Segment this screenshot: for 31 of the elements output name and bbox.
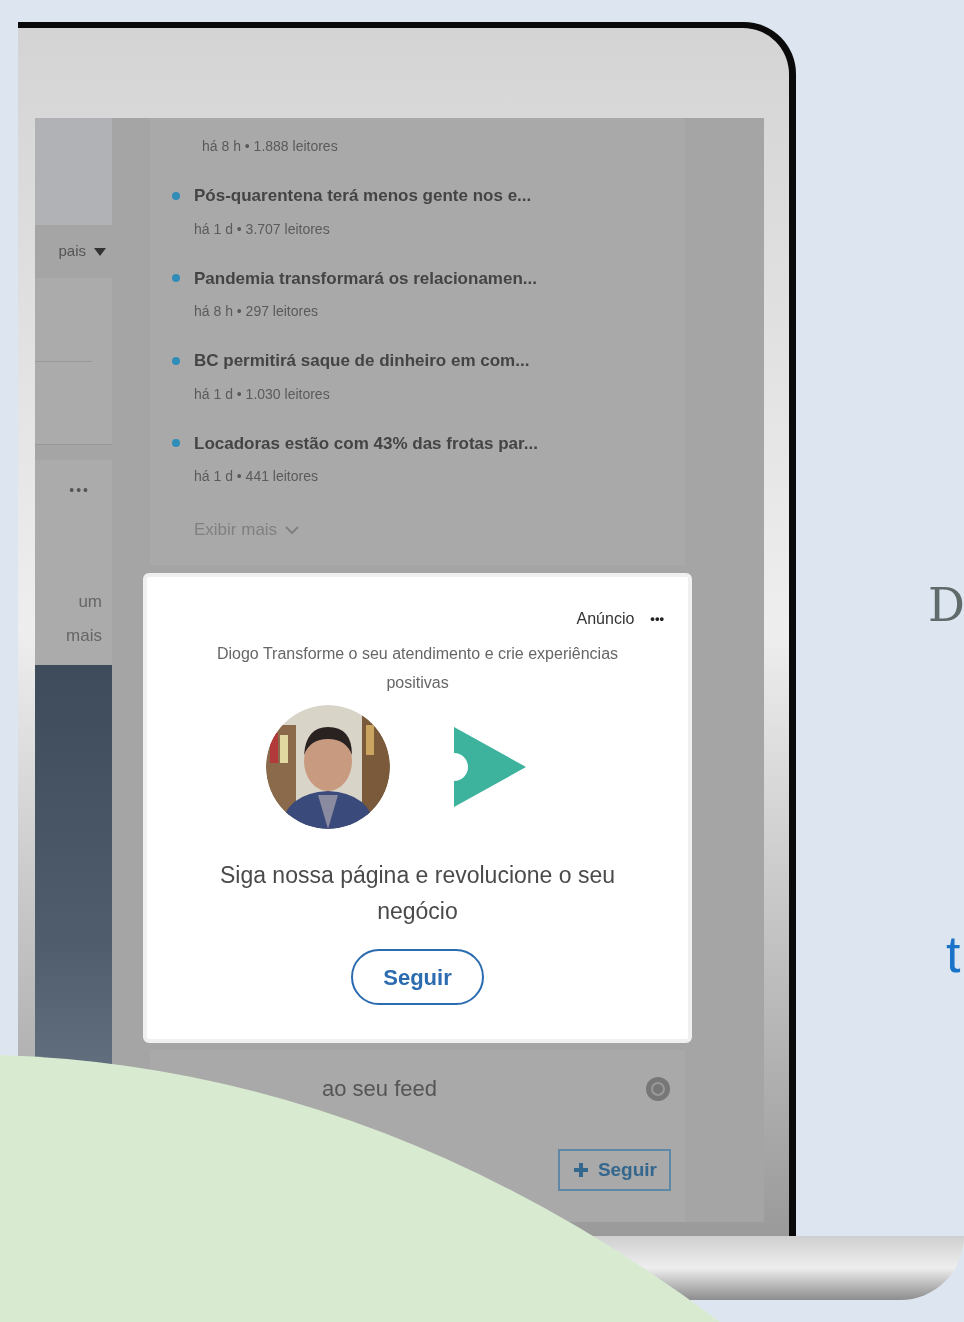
news-meta: há 1 d • 3.707 leitores <box>193 219 331 239</box>
news-headline[interactable]: Locadoras estão com 43% das frotas par... <box>194 430 538 456</box>
news-headline[interactable]: Pós-quarentena terá menos gente nos e... <box>194 183 532 209</box>
news-meta: há 8 h • 297 leitores <box>193 302 319 321</box>
ad-label: Anúncio <box>576 609 635 629</box>
news-meta: há 1 d • 441 leitores <box>193 467 319 486</box>
post-text: mais <box>66 625 103 647</box>
bullet-icon <box>172 274 180 283</box>
news-meta: há 1 d • 1.030 leitores <box>193 384 331 404</box>
sort-label: pais <box>58 241 86 262</box>
plus-icon <box>571 1161 590 1179</box>
bullet-icon <box>172 191 180 200</box>
follow-button[interactable]: Seguir <box>351 949 484 1005</box>
side-text: D <box>928 582 964 628</box>
more-options-button[interactable]: ••• <box>650 609 664 629</box>
ad-message: Siga nossa página e revolucione o seu negócio <box>218 861 617 926</box>
arrow-logo-icon <box>453 727 526 807</box>
caret-icon <box>94 247 106 256</box>
news-meta: há 8 h • 1.888 leitores <box>201 137 339 156</box>
side-text: t <box>946 928 961 980</box>
post-text: um <box>78 591 103 613</box>
more-options-text[interactable]: ••• <box>69 480 112 501</box>
news-headline[interactable]: Pandemia transformará os relacionamen... <box>194 265 537 291</box>
chevron-down-icon <box>285 525 300 534</box>
panel-title: ao seu feed <box>322 1075 437 1103</box>
bullet-icon <box>172 439 180 448</box>
news-headline[interactable]: BC permitirá saque de dinheiro em com... <box>194 348 530 374</box>
bullet-icon <box>172 356 180 365</box>
ad-headline: Diogo Transforme o seu atendimento e crie experiências positivas <box>215 644 620 693</box>
info-icon <box>645 1075 671 1102</box>
follow-button[interactable]: Seguir <box>557 1149 671 1191</box>
